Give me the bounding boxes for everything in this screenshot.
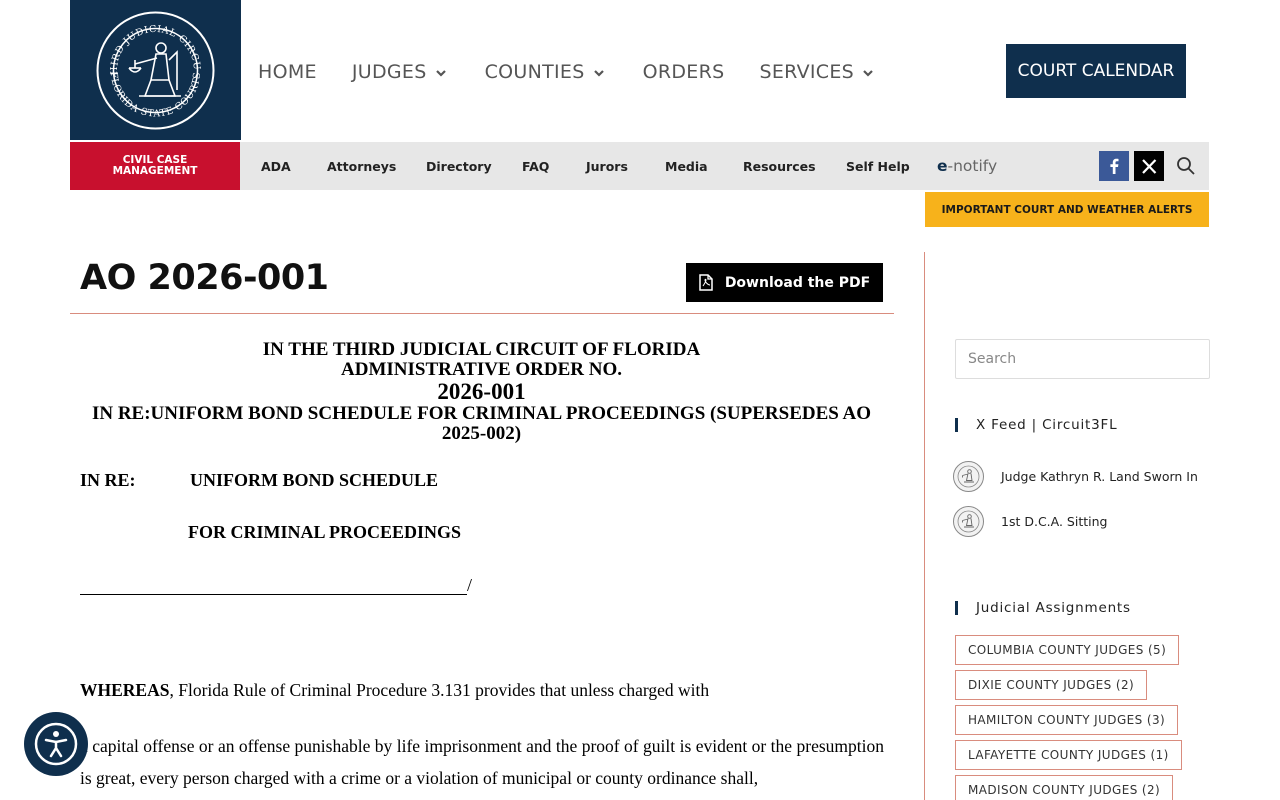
judicial-assignments-heading: Judicial Assignments xyxy=(955,601,1131,615)
main-nav: HOME JUDGES COUNTIES ORDERS SERVICES xyxy=(258,58,875,86)
sidebar-divider xyxy=(924,252,925,800)
enotify-link[interactable]: e -notify xyxy=(937,142,997,190)
nav-services[interactable]: SERVICES xyxy=(759,61,875,83)
subnav-self-help[interactable]: Self Help xyxy=(846,142,910,190)
download-pdf-label: Download the PDF xyxy=(724,274,871,291)
subnav-ada[interactable]: ADA xyxy=(261,142,291,190)
facebook-icon[interactable] xyxy=(1099,151,1129,181)
doc-heading-court: IN THE THIRD JUDICIAL CIRCUIT OF FLORIDA xyxy=(262,339,701,360)
search-icon[interactable] xyxy=(1171,151,1201,181)
court-seal-avatar-icon xyxy=(953,461,984,492)
whereas-clause: WHEREAS, Florida Rule of Criminal Proced… xyxy=(80,680,709,701)
chevron-down-icon xyxy=(435,69,446,77)
nav-orders-label: ORDERS xyxy=(642,61,725,83)
subnav-media[interactable]: Media xyxy=(665,142,708,190)
signature-slash: / xyxy=(467,575,473,595)
nav-home[interactable]: HOME xyxy=(258,61,317,83)
court-calendar-button[interactable]: COURT CALENDAR xyxy=(1006,44,1186,98)
civil-case-management-button[interactable]: CIVIL CASE MANAGEMENT xyxy=(70,142,240,190)
court-weather-alerts-button[interactable]: IMPORTANT COURT AND WEATHER ALERTS xyxy=(925,192,1209,227)
site-logo[interactable]: THIRD JUDICIAL CIRCUIT FLORIDA STATE COU… xyxy=(70,0,241,140)
whereas-text: , Florida Rule of Criminal Procedure 3.1… xyxy=(169,680,710,700)
nav-counties-label: COUNTIES xyxy=(484,61,585,83)
nav-orders[interactable]: ORDERS xyxy=(643,61,725,83)
doc-heading-number: 2026-001 xyxy=(437,379,526,404)
assignment-tag-hamilton[interactable]: HAMILTON COUNTY JUDGES (3) xyxy=(955,705,1179,735)
pdf-file-icon xyxy=(699,274,713,291)
x-twitter-icon[interactable] xyxy=(1134,151,1164,181)
assignment-tag-madison[interactable]: MADISON COUNTY JUDGES (2) xyxy=(955,775,1174,800)
nav-judges[interactable]: JUDGES xyxy=(352,61,448,83)
feed-item-text: 1st D.C.A. Sitting xyxy=(1001,514,1108,529)
assignment-tag-columbia[interactable]: COLUMBIA COUNTY JUDGES (5) xyxy=(955,635,1180,665)
x-feed-heading: X Feed | Circuit3FL xyxy=(955,418,1117,432)
court-seal-icon: THIRD JUDICIAL CIRCUIT FLORIDA STATE COU… xyxy=(95,10,215,130)
subnav-directory[interactable]: Directory xyxy=(426,142,492,190)
subnav-faq[interactable]: FAQ xyxy=(522,142,549,190)
chevron-down-icon xyxy=(593,69,604,77)
feed-item-text: Judge Kathryn R. Land Sworn In xyxy=(1001,469,1198,484)
feed-item[interactable]: 1st D.C.A. Sitting xyxy=(953,506,1107,537)
enotify-rest: -notify xyxy=(947,157,998,175)
chevron-down-icon xyxy=(863,69,873,77)
accessibility-icon xyxy=(34,722,78,766)
title-divider xyxy=(70,313,894,314)
civil-case-label: CIVIL CASE MANAGEMENT xyxy=(112,154,198,177)
subnav-attorneys[interactable]: Attorneys xyxy=(327,142,396,190)
nav-services-label: SERVICES xyxy=(759,61,855,83)
whereas-bold: WHEREAS xyxy=(80,680,170,700)
doc-heading-subject: IN RE:UNIFORM BOND SCHEDULE FOR CRIMINAL… xyxy=(91,403,872,444)
sidebar-search-input[interactable] xyxy=(955,339,1210,379)
assignment-tag-dixie[interactable]: DIXIE COUNTY JUDGES (2) xyxy=(955,670,1148,700)
signature-line xyxy=(80,594,467,595)
assignment-tag-lafayette[interactable]: LAFAYETTE COUNTY JUDGES (1) xyxy=(955,740,1182,770)
secondary-nav: CIVIL CASE MANAGEMENT ADA Attorneys Dire… xyxy=(70,142,1209,190)
subnav-jurors[interactable]: Jurors xyxy=(586,142,628,190)
enotify-e: e xyxy=(937,157,948,175)
download-pdf-button[interactable]: Download the PDF xyxy=(686,263,883,302)
nav-judges-label: JUDGES xyxy=(351,61,427,83)
feed-item[interactable]: Judge Kathryn R. Land Sworn In xyxy=(953,461,1198,492)
inre-label: IN RE: xyxy=(80,470,136,490)
nav-counties[interactable]: COUNTIES xyxy=(485,61,606,83)
inre-line-1: UNIFORM BOND SCHEDULE xyxy=(190,470,439,490)
doc-heading-order-no: ADMINISTRATIVE ORDER NO. xyxy=(341,359,622,380)
accessibility-button[interactable] xyxy=(24,712,88,776)
body-paragraph: a capital offense or an offense punishab… xyxy=(80,736,884,788)
inre-line-2: FOR CRIMINAL PROCEEDINGS xyxy=(188,522,462,542)
nav-home-label: HOME xyxy=(258,61,317,83)
court-seal-avatar-icon xyxy=(953,506,984,537)
subnav-resources[interactable]: Resources xyxy=(743,142,816,190)
page-title: AO 2026-001 xyxy=(80,258,329,298)
